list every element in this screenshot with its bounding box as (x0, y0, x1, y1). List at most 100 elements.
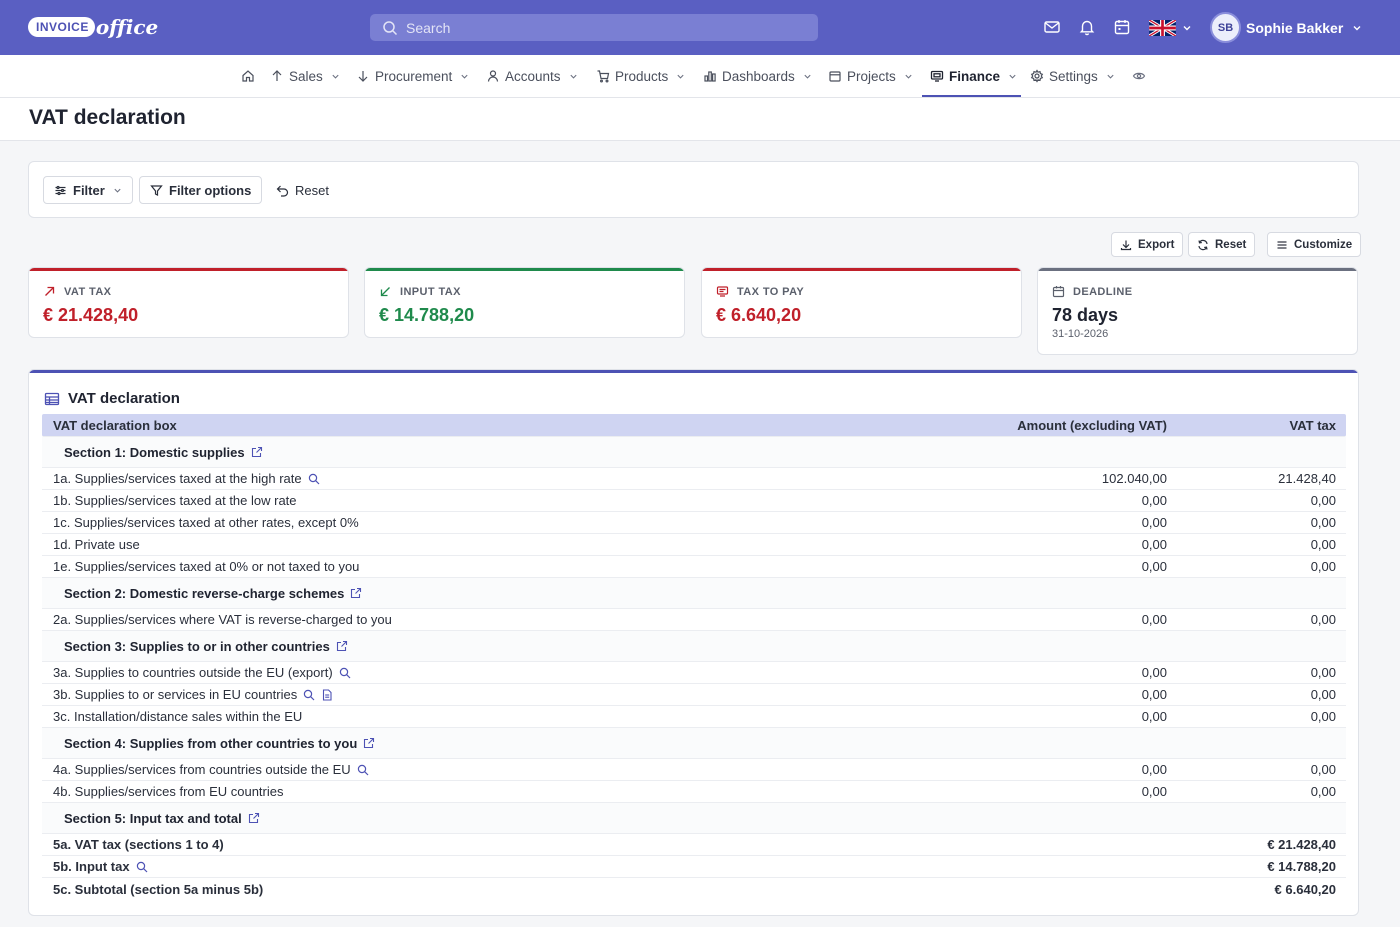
reset-filters-button[interactable]: Reset (266, 176, 339, 204)
search-bar[interactable] (370, 14, 818, 41)
nav-accounts[interactable]: Accounts (486, 55, 578, 97)
bell-icon[interactable] (1078, 18, 1096, 36)
export-button[interactable]: Export (1111, 232, 1184, 257)
kpi-vat-tax: VAT TAX € 21.428,40 (28, 267, 349, 338)
top-bar: INVOICE office SB Sophie Bakker (0, 0, 1400, 55)
row-label: 5a. VAT tax (sections 1 to 4) (53, 837, 224, 852)
chevron-down-icon (569, 74, 577, 79)
arrow-up-right-icon (45, 286, 55, 296)
row-amount: 0,00 (1141, 515, 1167, 530)
nav-settings[interactable]: Settings (1030, 55, 1115, 97)
external-link-icon[interactable] (363, 737, 375, 749)
search-icon[interactable] (357, 764, 369, 776)
row-label: 3c. Installation/distance sales within t… (53, 709, 303, 724)
active-tab-indicator (922, 95, 1021, 97)
search-input[interactable] (406, 19, 806, 36)
filter-button[interactable]: Filter (43, 176, 133, 204)
row-tax: 0,00 (1310, 612, 1336, 627)
chevron-down-icon (461, 74, 468, 79)
invoice-icon (716, 286, 729, 297)
kpi-accent-bar (365, 268, 684, 271)
section-row: Section 1: Domestic supplies (42, 437, 1346, 468)
user-menu[interactable]: SB Sophie Bakker (1210, 12, 1362, 43)
nav-home[interactable] (241, 55, 255, 97)
funnel-icon (150, 184, 163, 196)
nav-projects[interactable]: Projects (828, 55, 913, 97)
logo-text: office (95, 15, 159, 39)
refresh-icon (1198, 239, 1208, 250)
kpi-deadline-date: 31-10-2026 (1052, 328, 1109, 340)
row-label: 3b. Supplies to or services in EU countr… (53, 687, 298, 702)
filter-bar: Filter Filter options Reset (28, 161, 1359, 218)
external-link-icon[interactable] (248, 812, 260, 824)
search-icon[interactable] (339, 667, 351, 679)
customize-button[interactable]: Customize (1267, 232, 1362, 257)
table-row: 5c. Subtotal (section 5a minus 5b) € 6.6… (42, 878, 1346, 900)
calendar-icon (1052, 286, 1065, 298)
gear-icon (1030, 69, 1044, 83)
nav-view[interactable] (1132, 55, 1146, 97)
reset-button[interactable]: Reset (1188, 232, 1256, 257)
row-amount: 102.040,00 (1101, 471, 1167, 486)
external-link-icon[interactable] (336, 640, 348, 652)
search-icon[interactable] (308, 473, 320, 485)
arrow-up-icon (272, 70, 282, 81)
row-amount: 0,00 (1141, 493, 1167, 508)
nav-finance[interactable]: Finance (930, 55, 1017, 97)
search-icon (383, 20, 398, 35)
search-icon[interactable] (303, 689, 315, 701)
uk-flag-icon[interactable] (1149, 20, 1176, 36)
table-row: 1d. Private use 0,00 0,00 (42, 534, 1346, 556)
logo[interactable]: INVOICE office (28, 11, 158, 43)
kpi-label: DEADLINE (1073, 285, 1133, 298)
row-label: 5c. Subtotal (section 5a minus 5b) (53, 881, 264, 897)
row-tax: 21.428,40 (1278, 471, 1336, 486)
kpi-input-tax: INPUT TAX € 14.788,20 (364, 267, 685, 338)
table-row: 3a. Supplies to countries outside the EU… (42, 662, 1346, 684)
eye-icon (1132, 72, 1146, 80)
download-icon (1120, 240, 1132, 250)
bar-chart-icon (704, 71, 716, 82)
calendar-icon (829, 71, 841, 82)
calendar-icon[interactable] (1113, 18, 1131, 36)
table-row: 3c. Installation/distance sales within t… (42, 706, 1346, 728)
section-title: Section 2: Domestic reverse-charge schem… (64, 585, 345, 601)
row-amount: 0,00 (1141, 559, 1167, 574)
table-row: 1a. Supplies/services taxed at the high … (42, 468, 1346, 490)
row-label: 1a. Supplies/services taxed at the high … (53, 471, 302, 486)
section-title: Section 3: Supplies to or in other count… (64, 638, 330, 654)
user-icon (487, 70, 499, 82)
kpi-value: 78 days (1052, 305, 1119, 325)
row-tax: 0,00 (1310, 784, 1336, 799)
row-amount: 0,00 (1141, 537, 1167, 552)
nav-procurement[interactable]: Procurement (356, 55, 469, 97)
search-icon[interactable] (136, 861, 148, 873)
chevron-down-icon[interactable] (1182, 23, 1192, 33)
table-icon (44, 392, 60, 405)
filter-options-button[interactable]: Filter options (139, 176, 263, 204)
external-link-icon[interactable] (350, 587, 362, 599)
mail-icon[interactable] (1043, 18, 1061, 36)
kpi-value: € 6.640,20 (716, 305, 802, 325)
external-link-icon[interactable] (251, 446, 263, 458)
undo-icon (276, 185, 289, 197)
chevron-down-icon (1107, 74, 1114, 79)
nav-dashboards[interactable]: Dashboards (703, 55, 812, 97)
nav-products[interactable]: Products (596, 55, 685, 97)
chevron-down-icon (114, 188, 121, 193)
kpi-accent-bar (1038, 268, 1357, 271)
document-icon[interactable] (321, 688, 333, 701)
section-title: Section 5: Input tax and total (64, 810, 242, 826)
row-tax: 0,00 (1310, 515, 1336, 530)
row-tax: 0,00 (1310, 709, 1336, 724)
row-tax: € 21.428,40 (1267, 837, 1336, 852)
row-amount: 0,00 (1141, 709, 1167, 724)
vat-declaration-card: VAT declaration VAT declaration box Amou… (28, 369, 1359, 916)
col-header-box: VAT declaration box (53, 417, 177, 433)
table-row: 3b. Supplies to or services in EU countr… (42, 684, 1346, 706)
finance-icon (930, 70, 944, 82)
row-label: 3a. Supplies to countries outside the EU… (53, 665, 333, 680)
kpi-value: € 14.788,20 (379, 305, 475, 325)
row-amount: 0,00 (1141, 687, 1167, 702)
nav-sales[interactable]: Sales (270, 55, 340, 97)
